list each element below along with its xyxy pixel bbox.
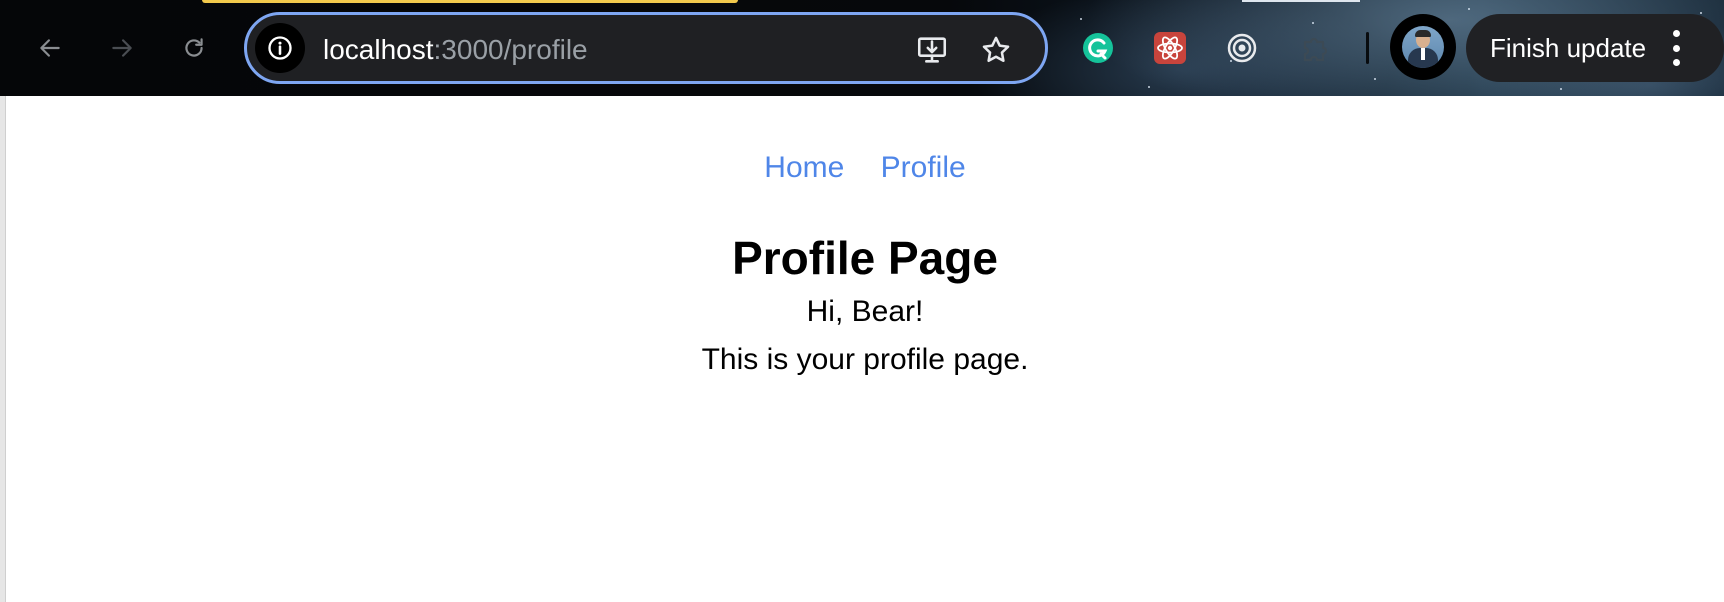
top-accent-line <box>1242 0 1360 2</box>
grammarly-extension-button[interactable] <box>1078 28 1118 68</box>
profile-avatar-button[interactable] <box>1390 14 1456 80</box>
reload-icon <box>185 38 203 57</box>
profile-description: This is your profile page. <box>701 343 1029 376</box>
install-app-button[interactable] <box>913 31 951 69</box>
background-star <box>1700 12 1702 14</box>
background-star <box>1560 88 1562 90</box>
reload-button[interactable] <box>170 24 218 72</box>
address-bar[interactable]: localhost:3000/profile <box>244 12 1048 84</box>
star-icon <box>982 36 1010 63</box>
url-path: :3000/profile <box>433 34 588 65</box>
finish-update-label: Finish update <box>1490 33 1647 63</box>
url-host: localhost <box>323 34 434 65</box>
info-icon <box>268 36 292 60</box>
nav-link-home[interactable]: Home <box>764 151 844 184</box>
grammarly-icon <box>1083 33 1113 63</box>
browser-toolbar: localhost:3000/profile Finish update <box>0 0 1724 96</box>
background-star <box>1080 18 1082 20</box>
greeting-text: Hi, Bear! <box>806 295 924 328</box>
nav-link-profile[interactable]: Profile <box>881 151 966 184</box>
toolbar-divider <box>1366 32 1369 64</box>
forward-button[interactable] <box>98 24 146 72</box>
target-extension-button[interactable] <box>1222 28 1262 68</box>
react-devtools-icon <box>1154 32 1186 64</box>
url-text[interactable]: localhost:3000/profile <box>323 33 588 67</box>
react-devtools-extension-button[interactable] <box>1150 28 1190 68</box>
background-star <box>1468 8 1470 10</box>
background-star <box>1312 22 1314 24</box>
target-extension-icon <box>1227 33 1257 63</box>
extensions-button[interactable] <box>1294 28 1334 68</box>
arrow-right-icon <box>112 39 132 57</box>
arrow-left-icon <box>40 39 60 57</box>
install-app-icon <box>917 37 947 63</box>
avatar <box>1402 26 1444 68</box>
page-title: Profile Page <box>732 232 998 284</box>
background-star <box>1148 86 1150 88</box>
back-button[interactable] <box>26 24 74 72</box>
background-star <box>1374 78 1376 80</box>
site-navigation: Home Profile <box>0 148 1724 188</box>
puzzle-extension-icon <box>1303 37 1328 62</box>
top-accent-bar <box>202 0 738 3</box>
bookmark-button[interactable] <box>977 31 1015 69</box>
more-vertical-icon[interactable] <box>1666 30 1686 66</box>
site-info-button[interactable] <box>255 23 305 73</box>
